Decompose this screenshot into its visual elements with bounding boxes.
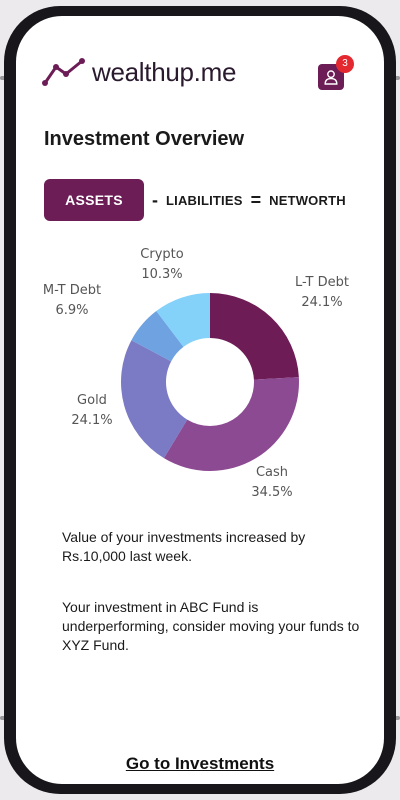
slice-value-label: 10.3% (141, 267, 182, 282)
investment-donut-chart: L-T Debt 24.1% Cash 34.5% Gold 24.1% M-T Debt 6… (43, 247, 349, 500)
slice-category-label: L-T Debt (295, 275, 349, 290)
slice-category-label: Cash (256, 465, 288, 480)
phone-frame: wealthup.me 3 Investment Overview ASSETS… (4, 6, 396, 794)
app-screen: wealthup.me 3 Investment Overview ASSETS… (16, 16, 384, 784)
donut-slice-l-t-debt (210, 293, 299, 380)
slice-value-label: 24.1% (301, 295, 342, 310)
app-header: wealthup.me (42, 56, 236, 88)
networth-label[interactable]: NETWORTH (269, 193, 346, 208)
insight-text: Value of your investments increased by R… (62, 529, 306, 564)
slice-value-label: 24.1% (71, 413, 112, 428)
slice-category-label: M-T Debt (43, 283, 101, 298)
slice-category-label: Gold (77, 393, 107, 408)
slice-category-label: Crypto (140, 247, 183, 262)
insight-text: Your investment in ABC Fund is underperf… (62, 599, 360, 653)
logo-text: wealthup.me (92, 56, 237, 87)
minus-operator: - (152, 189, 158, 210)
user-icon (324, 70, 338, 85)
notification-badge: 3 (336, 55, 354, 73)
networth-equation: ASSETS - LIABILITIES = NETWORTH (44, 178, 384, 222)
slice-value-label: 34.5% (251, 485, 292, 500)
assets-button[interactable]: ASSETS (44, 179, 144, 221)
logo-chart-icon (42, 58, 85, 86)
liabilities-label[interactable]: LIABILITIES (166, 193, 243, 208)
equals-operator: = (250, 189, 262, 210)
go-to-investments-link[interactable]: Go to Investments (16, 754, 384, 774)
page-title: Investment Overview (44, 128, 245, 150)
slice-value-label: 6.9% (55, 303, 88, 318)
